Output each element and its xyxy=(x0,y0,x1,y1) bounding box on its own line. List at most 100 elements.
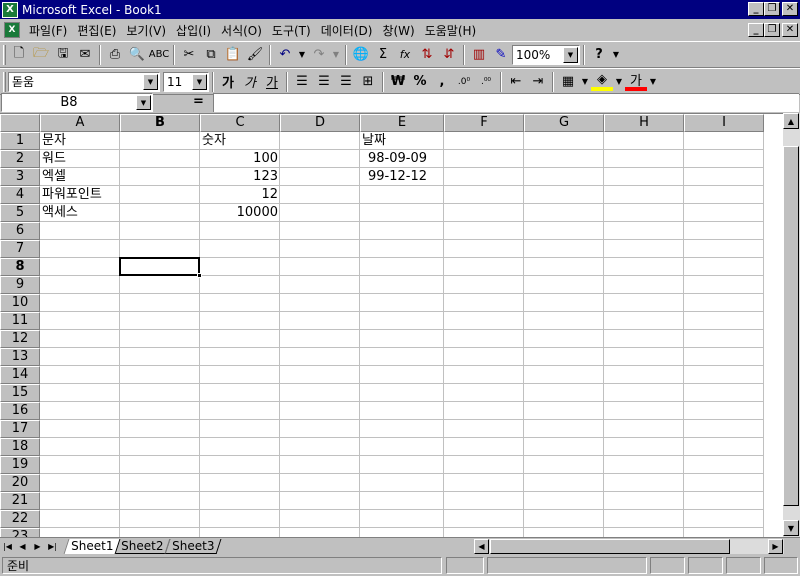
hyperlink-icon[interactable]: 🌐 xyxy=(350,44,372,66)
row-header-2[interactable]: 2 xyxy=(0,150,40,168)
menu-data[interactable]: 데이터(D) xyxy=(316,22,378,39)
help-dropdown-icon[interactable]: ▼ xyxy=(610,44,622,66)
bold-button[interactable]: 가 xyxy=(217,71,239,93)
horizontal-scroll-thumb[interactable] xyxy=(490,539,730,554)
row-header-4[interactable]: 4 xyxy=(0,186,40,204)
row-header-8[interactable]: 8 xyxy=(0,258,40,276)
column-header-a[interactable]: A xyxy=(40,114,120,132)
cell-c3[interactable]: 123 xyxy=(200,168,280,185)
column-header-b[interactable]: B xyxy=(120,114,200,132)
column-header-c[interactable]: C xyxy=(200,114,280,132)
cell-a4[interactable]: 파워포인트 xyxy=(40,186,104,203)
name-box[interactable]: B8 ▼ xyxy=(1,93,153,112)
fill-handle[interactable] xyxy=(197,273,202,278)
row-header-7[interactable]: 7 xyxy=(0,240,40,258)
spelling-icon[interactable]: ABC xyxy=(148,44,170,66)
row-header-10[interactable]: 10 xyxy=(0,294,40,312)
menu-help[interactable]: 도움말(H) xyxy=(420,22,482,39)
last-sheet-icon[interactable]: ▶| xyxy=(45,539,60,554)
minimize-button[interactable]: _ xyxy=(748,2,764,16)
column-header-i[interactable]: I xyxy=(684,114,764,132)
scroll-right-icon[interactable]: ▶ xyxy=(768,539,783,554)
name-box-dropdown-icon[interactable]: ▼ xyxy=(136,95,151,110)
menu-edit[interactable]: 편집(E) xyxy=(72,22,121,39)
next-sheet-icon[interactable]: ▶ xyxy=(30,539,45,554)
font-name-dropdown-icon[interactable]: ▼ xyxy=(143,73,158,90)
comma-button[interactable]: , xyxy=(431,71,453,93)
row-header-21[interactable]: 21 xyxy=(0,492,40,510)
menu-insert[interactable]: 삽입(I) xyxy=(171,22,216,39)
scroll-down-icon[interactable]: ▼ xyxy=(783,520,799,536)
copy-icon[interactable]: ⧉ xyxy=(200,44,222,66)
undo-dropdown-icon[interactable]: ▼ xyxy=(296,44,308,66)
scroll-left-icon[interactable]: ◀ xyxy=(474,539,489,554)
doc-restore-button[interactable]: ❐ xyxy=(764,23,780,37)
row-header-22[interactable]: 22 xyxy=(0,510,40,528)
scroll-up-icon[interactable]: ▲ xyxy=(783,113,799,129)
percent-button[interactable]: % xyxy=(409,71,431,93)
autosum-icon[interactable]: Σ xyxy=(372,44,394,66)
redo-icon[interactable]: ↷ xyxy=(308,44,330,66)
open-icon[interactable]: 🗁 xyxy=(30,44,52,66)
close-button[interactable]: ✕ xyxy=(782,2,798,16)
row-header-12[interactable]: 12 xyxy=(0,330,40,348)
cell-a5[interactable]: 액세스 xyxy=(40,204,80,221)
zoom-select[interactable]: 100% ▼ xyxy=(512,44,580,65)
row-header-5[interactable]: 5 xyxy=(0,204,40,222)
row-header-16[interactable]: 16 xyxy=(0,402,40,420)
cell-c5[interactable]: 10000 xyxy=(200,204,280,221)
excel-app-icon[interactable]: X xyxy=(2,1,18,18)
doc-close-button[interactable]: ✕ xyxy=(782,23,798,37)
font-color-icon[interactable]: 가 xyxy=(625,73,647,91)
increase-decimal-icon[interactable]: .0⁰ xyxy=(453,71,475,93)
increase-indent-icon[interactable]: ⇥ xyxy=(527,71,549,93)
row-header-6[interactable]: 6 xyxy=(0,222,40,240)
first-sheet-icon[interactable]: |◀ xyxy=(0,539,15,554)
format-painter-icon[interactable]: 🖌 xyxy=(244,44,266,66)
cell-a2[interactable]: 워드 xyxy=(40,150,68,167)
restore-button[interactable]: ❐ xyxy=(764,2,780,16)
cell-c2[interactable]: 100 xyxy=(200,150,280,167)
align-center-icon[interactable]: ☰ xyxy=(313,71,335,93)
cell-e1[interactable]: 날짜 xyxy=(360,132,388,149)
column-header-g[interactable]: G xyxy=(524,114,604,132)
row-header-18[interactable]: 18 xyxy=(0,438,40,456)
formula-input[interactable] xyxy=(213,93,799,112)
row-header-15[interactable]: 15 xyxy=(0,384,40,402)
menu-window[interactable]: 창(W) xyxy=(377,22,419,39)
vertical-scrollbar[interactable]: ▲ ▼ xyxy=(783,113,800,537)
column-header-e[interactable]: E xyxy=(360,114,444,132)
sort-descending-icon[interactable]: ⇵ xyxy=(438,44,460,66)
column-header-d[interactable]: D xyxy=(280,114,360,132)
toolbar-grip[interactable] xyxy=(3,71,6,92)
sort-ascending-icon[interactable]: ⇅ xyxy=(416,44,438,66)
toolbar-grip[interactable] xyxy=(3,44,6,65)
borders-dropdown-icon[interactable]: ▼ xyxy=(579,71,591,93)
font-size-select[interactable]: 11 ▼ xyxy=(163,71,209,92)
row-header-23[interactable]: 23 xyxy=(0,528,40,537)
tab-sheet3[interactable]: Sheet3 xyxy=(164,538,222,554)
align-left-icon[interactable]: ☰ xyxy=(291,71,313,93)
menu-tools[interactable]: 도구(T) xyxy=(267,22,316,39)
row-header-20[interactable]: 20 xyxy=(0,474,40,492)
print-preview-icon[interactable]: 🔍 xyxy=(126,44,148,66)
row-header-17[interactable]: 17 xyxy=(0,420,40,438)
help-icon[interactable]: ? xyxy=(588,44,610,66)
font-color-dropdown-icon[interactable]: ▼ xyxy=(647,71,659,93)
zoom-dropdown-icon[interactable]: ▼ xyxy=(563,46,578,63)
drawing-icon[interactable]: ✎ xyxy=(490,44,512,66)
row-header-14[interactable]: 14 xyxy=(0,366,40,384)
mail-icon[interactable]: ✉ xyxy=(74,44,96,66)
cell-a1[interactable]: 문자 xyxy=(40,132,68,149)
row-header-9[interactable]: 9 xyxy=(0,276,40,294)
decrease-decimal-icon[interactable]: .⁰⁰ xyxy=(475,71,497,93)
fill-color-icon[interactable]: ◈ xyxy=(591,72,613,91)
cell-a3[interactable]: 엑셀 xyxy=(40,168,68,185)
cell-e2[interactable]: 98-09-09 xyxy=(366,150,429,167)
row-header-13[interactable]: 13 xyxy=(0,348,40,366)
underline-button[interactable]: 가 xyxy=(261,71,283,93)
row-header-1[interactable]: 1 xyxy=(0,132,40,150)
merge-center-icon[interactable]: ⊞ xyxy=(357,71,379,93)
tab-sheet1[interactable]: Sheet1 xyxy=(63,538,121,554)
menu-file[interactable]: 파일(F) xyxy=(24,22,72,39)
